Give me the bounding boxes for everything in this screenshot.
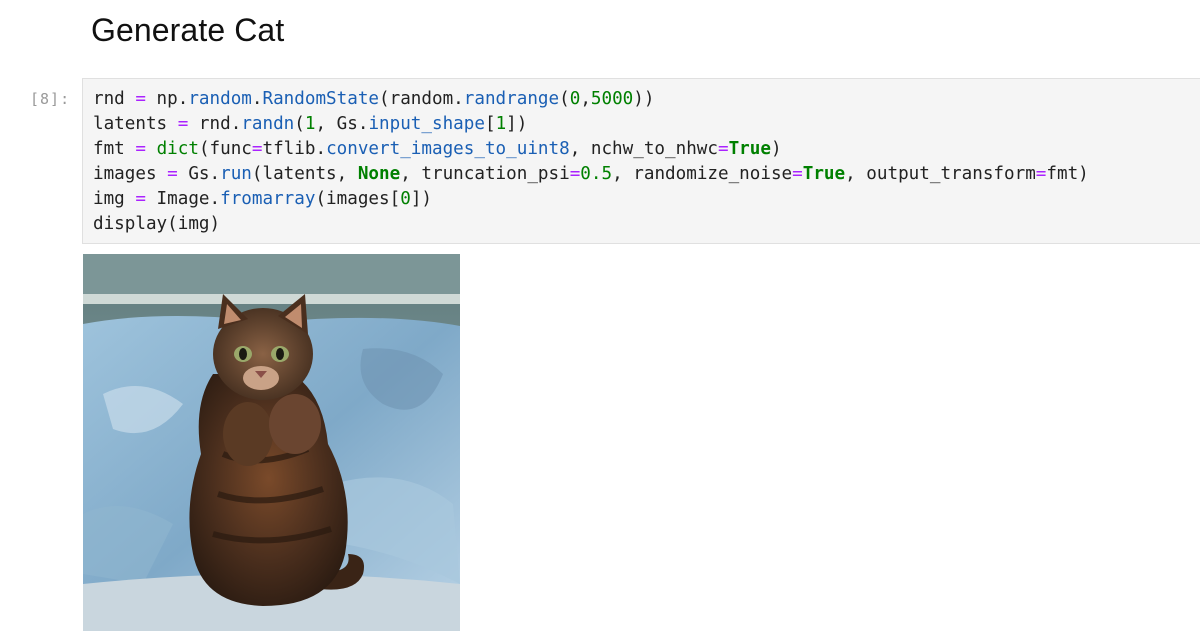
code-line: display(img) (93, 212, 1089, 237)
code-token: run (220, 164, 252, 184)
code-token: ]) (410, 189, 432, 209)
code-line: fmt = dict(func=tflib.convert_images_to_… (93, 137, 1089, 162)
code-token: , nchw_to_nhwc (569, 139, 718, 159)
code-token: . (251, 89, 263, 109)
code-token: latents (93, 114, 178, 134)
code-token: rnd (93, 89, 136, 109)
code-token: (images[ (315, 189, 401, 209)
code-token: ( (294, 114, 305, 134)
code-token: = (167, 164, 178, 184)
code-token: , output_transform (845, 164, 1036, 184)
notebook-heading: Generate Cat (91, 12, 285, 48)
code-token: = (135, 189, 146, 209)
code-cell-input[interactable]: rnd = np.random.RandomState(random.randr… (82, 78, 1200, 244)
code-token: 0 (400, 189, 411, 209)
code-token: ) (770, 139, 782, 159)
code-token: rnd. (188, 114, 242, 134)
code-token: 0 (569, 89, 581, 109)
code-token: dict (156, 139, 199, 159)
code-token: tflib. (262, 139, 327, 159)
code-token: , truncation_psi (400, 164, 570, 184)
code-token: np. (145, 89, 189, 109)
code-token: img (93, 189, 136, 209)
code-token: = (792, 164, 803, 184)
code-token: convert_images_to_uint8 (326, 139, 570, 159)
code-token: (random. (379, 89, 464, 109)
code-token: True (728, 139, 771, 159)
cat-paw-right (269, 394, 321, 454)
code-token: , (580, 89, 591, 109)
code-line: img = Image.fromarray(images[0]) (93, 187, 1089, 212)
code-token: display(img) (93, 214, 221, 234)
code-token: 1 (304, 114, 316, 134)
code-line: images = Gs.run(latents, None, truncatio… (93, 162, 1089, 187)
code-line: latents = rnd.randn(1, Gs.input_shape[1]… (93, 112, 1089, 137)
code-token: 1 (495, 114, 507, 134)
code-token: images (93, 164, 168, 184)
code-block[interactable]: rnd = np.random.RandomState(random.randr… (93, 87, 1089, 237)
code-token: = (717, 139, 729, 159)
code-token: = (177, 114, 189, 134)
code-token: (func (198, 139, 252, 159)
generated-cat-image (83, 254, 460, 631)
code-token: = (135, 139, 146, 159)
code-token: randn (241, 114, 295, 134)
code-token: 0.5 (580, 164, 613, 184)
code-token: random (188, 89, 252, 109)
code-token: Gs. (177, 164, 221, 184)
code-line: rnd = np.random.RandomState(random.randr… (93, 87, 1089, 112)
window-frame (83, 254, 460, 294)
code-token: 5000 (590, 89, 634, 109)
code-token: input_shape (368, 114, 485, 134)
cell-output-image (83, 254, 460, 631)
code-token: = (251, 139, 263, 159)
code-token: ]) (506, 114, 528, 134)
code-token: )) (633, 89, 655, 109)
code-token: RandomState (262, 89, 380, 109)
cat-paw-left (223, 402, 273, 466)
code-token: fromarray (220, 189, 316, 209)
code-token: True (802, 164, 846, 184)
code-token: = (1035, 164, 1047, 184)
cell-execution-prompt: [8]: (30, 90, 71, 108)
window-sill (83, 294, 460, 304)
code-token: = (135, 89, 146, 109)
code-token: , randomize_noise (612, 164, 793, 184)
code-token: fmt (93, 139, 136, 159)
code-token: (latents, (251, 164, 358, 184)
code-token: , Gs. (315, 114, 369, 134)
code-token: None (357, 164, 401, 184)
code-token: [ (484, 114, 496, 134)
code-token: Image. (145, 189, 221, 209)
code-token: randrange (463, 89, 560, 109)
code-token: = (569, 164, 581, 184)
code-token: fmt) (1046, 164, 1089, 184)
code-token: ( (559, 89, 570, 109)
